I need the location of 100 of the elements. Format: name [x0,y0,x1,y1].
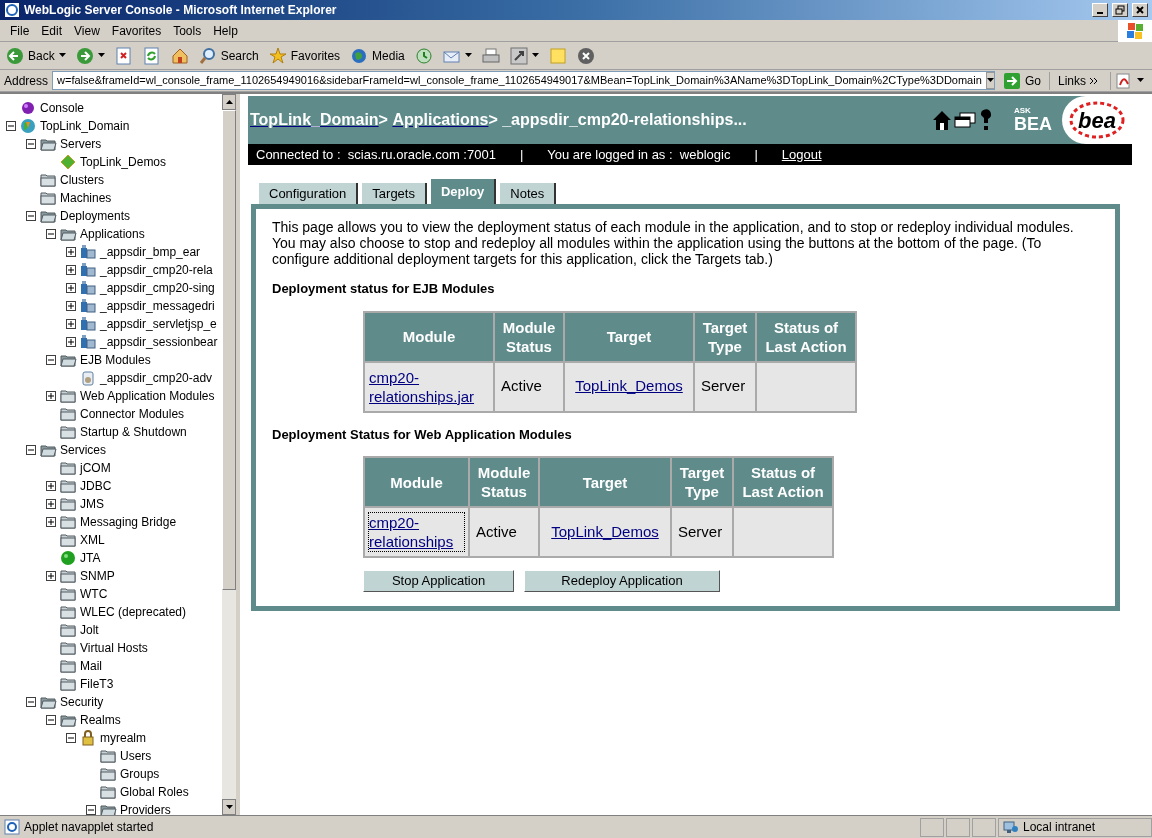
tree-item[interactable]: Servers [60,135,102,153]
logout-link[interactable]: Logout [781,144,822,165]
expand-icon[interactable] [46,570,57,582]
tree-item[interactable]: Users [120,747,152,765]
scrollbar[interactable] [222,94,236,815]
menu-item[interactable]: View [68,21,106,40]
tab[interactable]: Targets [362,183,427,204]
back-button[interactable]: Back [4,43,68,68]
dropdown-caret-icon [97,53,105,58]
folder-icon [60,388,77,404]
menu-item[interactable]: Tools [167,21,208,40]
address-field[interactable]: w=false&frameId=wl_console_frame_1102654949016&sidebarFrameId=wl_console_frame_1102654949017&MBean=TopLink_Domain%3AName%3DTopLink_Domain%2CType%3DDomain [52,71,995,90]
application-icon [80,316,97,332]
tree-item[interactable]: Applications [80,225,145,243]
tree-item[interactable]: Clusters [60,171,104,189]
menu-item[interactable]: Favorites [105,21,168,40]
action-button[interactable]: Redeploy Application [524,570,720,592]
expand-icon[interactable] [46,498,57,510]
tree-item[interactable]: _appsdir_cmp20-adv [100,369,213,387]
collapse-icon[interactable] [26,444,37,456]
breadcrumb-link[interactable]: Applications [392,108,489,132]
tab[interactable]: Configuration [259,183,359,204]
collapse-icon[interactable] [86,804,97,815]
expand-icon[interactable] [66,264,77,276]
tree-item[interactable]: Connector Modules [80,405,185,423]
restore-button[interactable] [1112,3,1128,17]
expand-icon[interactable] [46,390,57,402]
tree-item[interactable]: Machines [60,189,112,207]
expand-icon[interactable] [46,480,57,492]
tree-item[interactable]: Global Roles [120,783,189,801]
tree-item[interactable]: Web Application Modules [80,387,215,405]
tree-item[interactable]: jCOM [80,459,111,477]
collapse-icon[interactable] [66,732,77,744]
menu-item[interactable]: File [4,21,36,40]
collapse-icon[interactable] [26,138,37,150]
scroll-down-icon [225,805,233,809]
expand-icon[interactable] [66,318,77,330]
column-header: Target Type [671,457,733,507]
tree-item[interactable]: TopLink_Domain [40,117,130,135]
tree-item[interactable]: JDBC [80,477,112,495]
tree-item[interactable]: JMS [80,495,104,513]
tab[interactable]: Notes [500,183,557,204]
expand-icon[interactable] [66,282,77,294]
collapse-icon[interactable] [46,354,57,366]
expand-icon[interactable] [66,246,77,258]
menu-item[interactable]: Edit [35,21,69,40]
minimize-button[interactable] [1092,3,1108,17]
tree-item[interactable]: XML [80,531,105,549]
tree-item[interactable]: Groups [120,765,160,783]
collapse-icon[interactable] [46,714,57,726]
tree-item[interactable]: _appsdir_cmp20-sing [100,279,215,297]
column-header: Target [539,457,671,507]
tree-item[interactable]: _appsdir_servletjsp_e [100,315,217,333]
menu-item[interactable]: Help [207,21,244,40]
tree-item[interactable]: JTA [80,549,101,567]
collapse-icon[interactable] [26,696,37,708]
media-button[interactable]: Media [348,43,407,68]
tree-item[interactable]: Providers [120,801,171,815]
expand-icon[interactable] [66,336,77,348]
tab[interactable]: Deploy [430,179,497,204]
action-button[interactable]: Stop Application [363,570,514,592]
tree-item[interactable]: _appsdir_cmp20-rela [100,261,213,279]
collapse-icon[interactable] [26,210,37,222]
tree-item[interactable]: _appsdir_messagedri [100,297,215,315]
favorites-button[interactable]: Favorites [266,43,343,68]
links-button[interactable]: Links [1049,71,1106,90]
tree-item[interactable]: SNMP [80,567,115,585]
tree-item[interactable]: Deployments [60,207,131,225]
tree-item[interactable]: Virtual Hosts [80,639,148,657]
tree-item[interactable]: TopLink_Demos [80,153,167,171]
search-button[interactable]: Search [196,43,261,68]
tree-item[interactable]: Jolt [80,621,99,639]
tree-item[interactable]: myrealm [100,729,146,747]
windows-icon[interactable] [954,112,976,128]
address-dropdown-button[interactable] [985,72,994,89]
breadcrumb-link[interactable]: TopLink_Domain [250,108,379,132]
tree-item[interactable]: Security [60,693,104,711]
close-icon [1135,5,1145,15]
clock-icon [414,46,433,65]
tree-item[interactable]: _appsdir_sessionbear [100,333,218,351]
tree-item[interactable]: Console [40,99,85,117]
expand-icon[interactable] [46,516,57,528]
tree-item[interactable]: WTC [80,585,108,603]
open-folder-icon [40,442,57,458]
status-pane [946,817,970,837]
collapse-icon[interactable] [46,228,57,240]
tree-item[interactable]: Services [60,441,106,459]
collapse-icon[interactable] [6,120,17,132]
tree-item[interactable]: Startup & Shutdown [80,423,187,441]
tree-item[interactable]: EJB Modules [80,351,151,369]
tree-item[interactable]: Messaging Bridge [80,513,177,531]
close-button[interactable] [1132,3,1148,17]
home-icon[interactable] [932,109,952,131]
tree-item[interactable]: WLEC (deprecated) [80,603,187,621]
tree-item[interactable]: Mail [80,657,102,675]
go-button[interactable]: Go [998,71,1045,90]
tree-item[interactable]: Realms [80,711,121,729]
tree-item[interactable]: _appsdir_bmp_ear [100,243,201,261]
expand-icon[interactable] [66,300,77,312]
tree-item[interactable]: FileT3 [80,675,114,693]
